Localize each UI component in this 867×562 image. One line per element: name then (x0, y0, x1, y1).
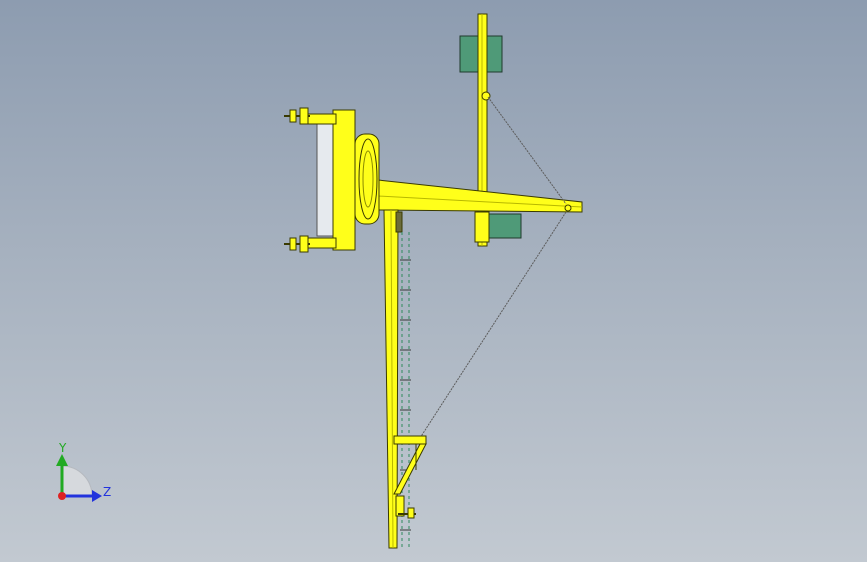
bolt-bottom (284, 235, 310, 253)
cables (419, 96, 567, 439)
boom-tip-pulley (564, 204, 572, 212)
graphics-viewport[interactable]: Y Z (0, 0, 867, 562)
bolt-top (284, 107, 310, 125)
y-axis-arrow (56, 454, 68, 466)
slewing-ring[interactable] (354, 133, 380, 225)
triad-arc (61, 465, 93, 497)
model-view[interactable] (0, 0, 867, 562)
hoist-motor[interactable] (474, 211, 522, 243)
base-window (316, 123, 336, 237)
coordinate-triad: Y Z (40, 436, 120, 516)
y-axis-label: Y (59, 441, 67, 455)
lower-bracket[interactable] (393, 435, 427, 519)
z-axis-label: Z (103, 485, 112, 499)
z-axis-arrow (92, 490, 102, 502)
base-plate[interactable] (284, 107, 356, 253)
triad-origin (58, 492, 66, 500)
